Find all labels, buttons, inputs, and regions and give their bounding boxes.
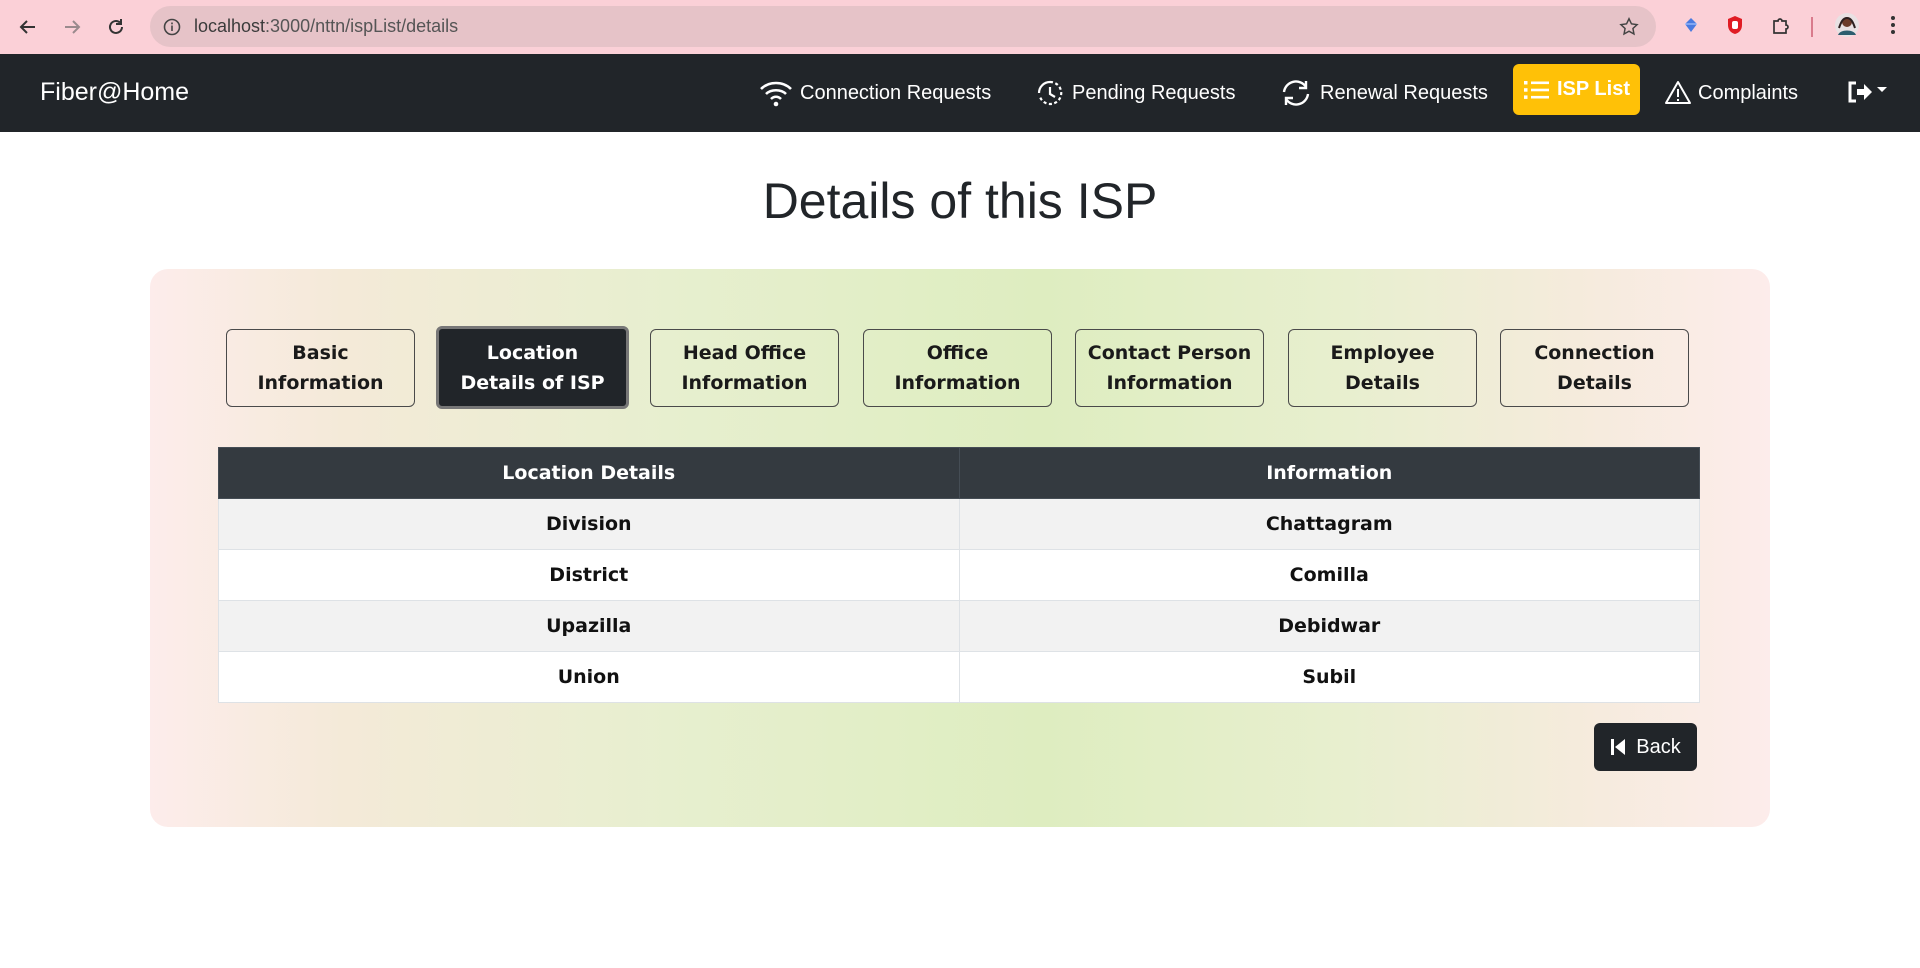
row-value: Subil <box>958 651 1700 703</box>
tab-head-office-information[interactable]: Head Office Information <box>650 329 839 407</box>
app-navbar: Fiber@Home Connection Requests Pending R… <box>0 54 1920 132</box>
table-row: Union Subil <box>218 651 1700 703</box>
tab-label-line2: Information <box>257 372 384 394</box>
row-value: Debidwar <box>958 600 1700 652</box>
list-icon <box>1524 80 1549 99</box>
tab-basic-information[interactable]: Basic Information <box>226 329 415 407</box>
isp-details-card: Basic Information Location Details of ISP … <box>150 269 1770 827</box>
row-label: Division <box>218 498 960 550</box>
tab-label-line1: Head Office <box>682 342 807 364</box>
arrow-left-icon <box>19 20 35 34</box>
warning-icon <box>1665 81 1691 104</box>
nav-renewal-requests[interactable]: Renewal Requests <box>1278 76 1488 110</box>
column-header-location-details: Location Details <box>218 447 960 499</box>
wifi-icon <box>760 81 792 107</box>
tab-label-line1: Connection <box>1534 342 1655 364</box>
extension-diamond-icon[interactable] <box>1678 12 1704 38</box>
url-text: localhost:3000/nttn/ispList/details <box>194 16 459 36</box>
table-row: District Comilla <box>218 549 1700 601</box>
nav-label: Connection Requests <box>800 81 992 104</box>
toolbar-divider <box>1811 17 1813 37</box>
nav-isp-list[interactable]: ISP List <box>1513 64 1640 115</box>
nav-connection-requests[interactable]: Connection Requests <box>758 76 991 110</box>
tab-label-line1: Location <box>486 341 579 364</box>
row-label: District <box>218 549 960 601</box>
row-label: Union <box>218 651 960 703</box>
tab-contact-person-information[interactable]: Contact Person Information <box>1075 329 1264 407</box>
nav-pending-requests[interactable]: Pending Requests <box>1034 76 1235 110</box>
tab-connection-details[interactable]: Connection Details <box>1500 329 1689 407</box>
browser-menu-icon[interactable] <box>1880 12 1906 38</box>
tab-label-line2: Details of ISP <box>460 371 605 394</box>
address-bar[interactable]: localhost:3000/nttn/ispList/details <box>150 6 1656 47</box>
tab-location-details[interactable]: Location Details of ISP <box>436 326 629 409</box>
browser-toolbar: localhost:3000/nttn/ispList/details <box>0 0 1920 54</box>
row-value: Chattagram <box>958 498 1700 550</box>
tab-label-line2: Information <box>1106 372 1233 394</box>
arrow-right-icon <box>65 20 81 34</box>
tab-label-line2: Information <box>894 372 1021 394</box>
nav-label: ISP List <box>1557 78 1630 100</box>
profile-avatar[interactable] <box>1834 12 1860 38</box>
back-button[interactable]: Back <box>1594 723 1697 771</box>
refresh-icon <box>1282 80 1310 106</box>
browser-back-button[interactable] <box>10 9 46 45</box>
brand-logo[interactable]: Fiber@Home <box>40 78 189 107</box>
location-details-table: Location Details Information Division Ch… <box>218 447 1700 703</box>
table-header-row: Location Details Information <box>218 447 1700 499</box>
tab-office-information[interactable]: Office Information <box>863 329 1052 407</box>
browser-reload-button[interactable] <box>98 9 134 45</box>
nav-complaints[interactable]: Complaints <box>1664 76 1798 110</box>
back-button-label: Back <box>1636 735 1681 758</box>
tab-label-line1: Office <box>926 342 989 364</box>
extension-shield-icon[interactable] <box>1722 12 1748 38</box>
table-row: Division Chattagram <box>218 498 1700 550</box>
browser-forward-button[interactable] <box>54 9 90 45</box>
clock-history-icon <box>1037 80 1063 106</box>
tab-label-line2: Details <box>1557 372 1632 394</box>
nav-label: Pending Requests <box>1072 81 1236 104</box>
bookmark-star-icon[interactable] <box>1618 16 1640 38</box>
reload-icon <box>109 19 123 34</box>
tab-label-line1: Employee <box>1330 342 1435 364</box>
table-row: Upazilla Debidwar <box>218 600 1700 652</box>
tab-label-line1: Contact Person <box>1087 342 1252 364</box>
tab-employee-details[interactable]: Employee Details <box>1288 329 1477 407</box>
row-value: Comilla <box>958 549 1700 601</box>
nav-label: Renewal Requests <box>1320 81 1488 104</box>
column-header-information: Information <box>958 447 1700 499</box>
tab-label-line1: Basic <box>292 342 349 364</box>
skip-back-icon <box>1611 739 1626 755</box>
site-info-icon[interactable] <box>162 17 182 37</box>
logout-icon <box>1848 81 1887 103</box>
row-label: Upazilla <box>218 600 960 652</box>
logout-dropdown[interactable] <box>1846 76 1894 110</box>
tab-label-line2: Information <box>681 372 808 394</box>
nav-label: Complaints <box>1698 81 1799 104</box>
extensions-puzzle-icon[interactable] <box>1768 12 1794 38</box>
page-title: Details of this ISP <box>762 173 1158 229</box>
tab-label-line2: Details <box>1345 372 1420 394</box>
